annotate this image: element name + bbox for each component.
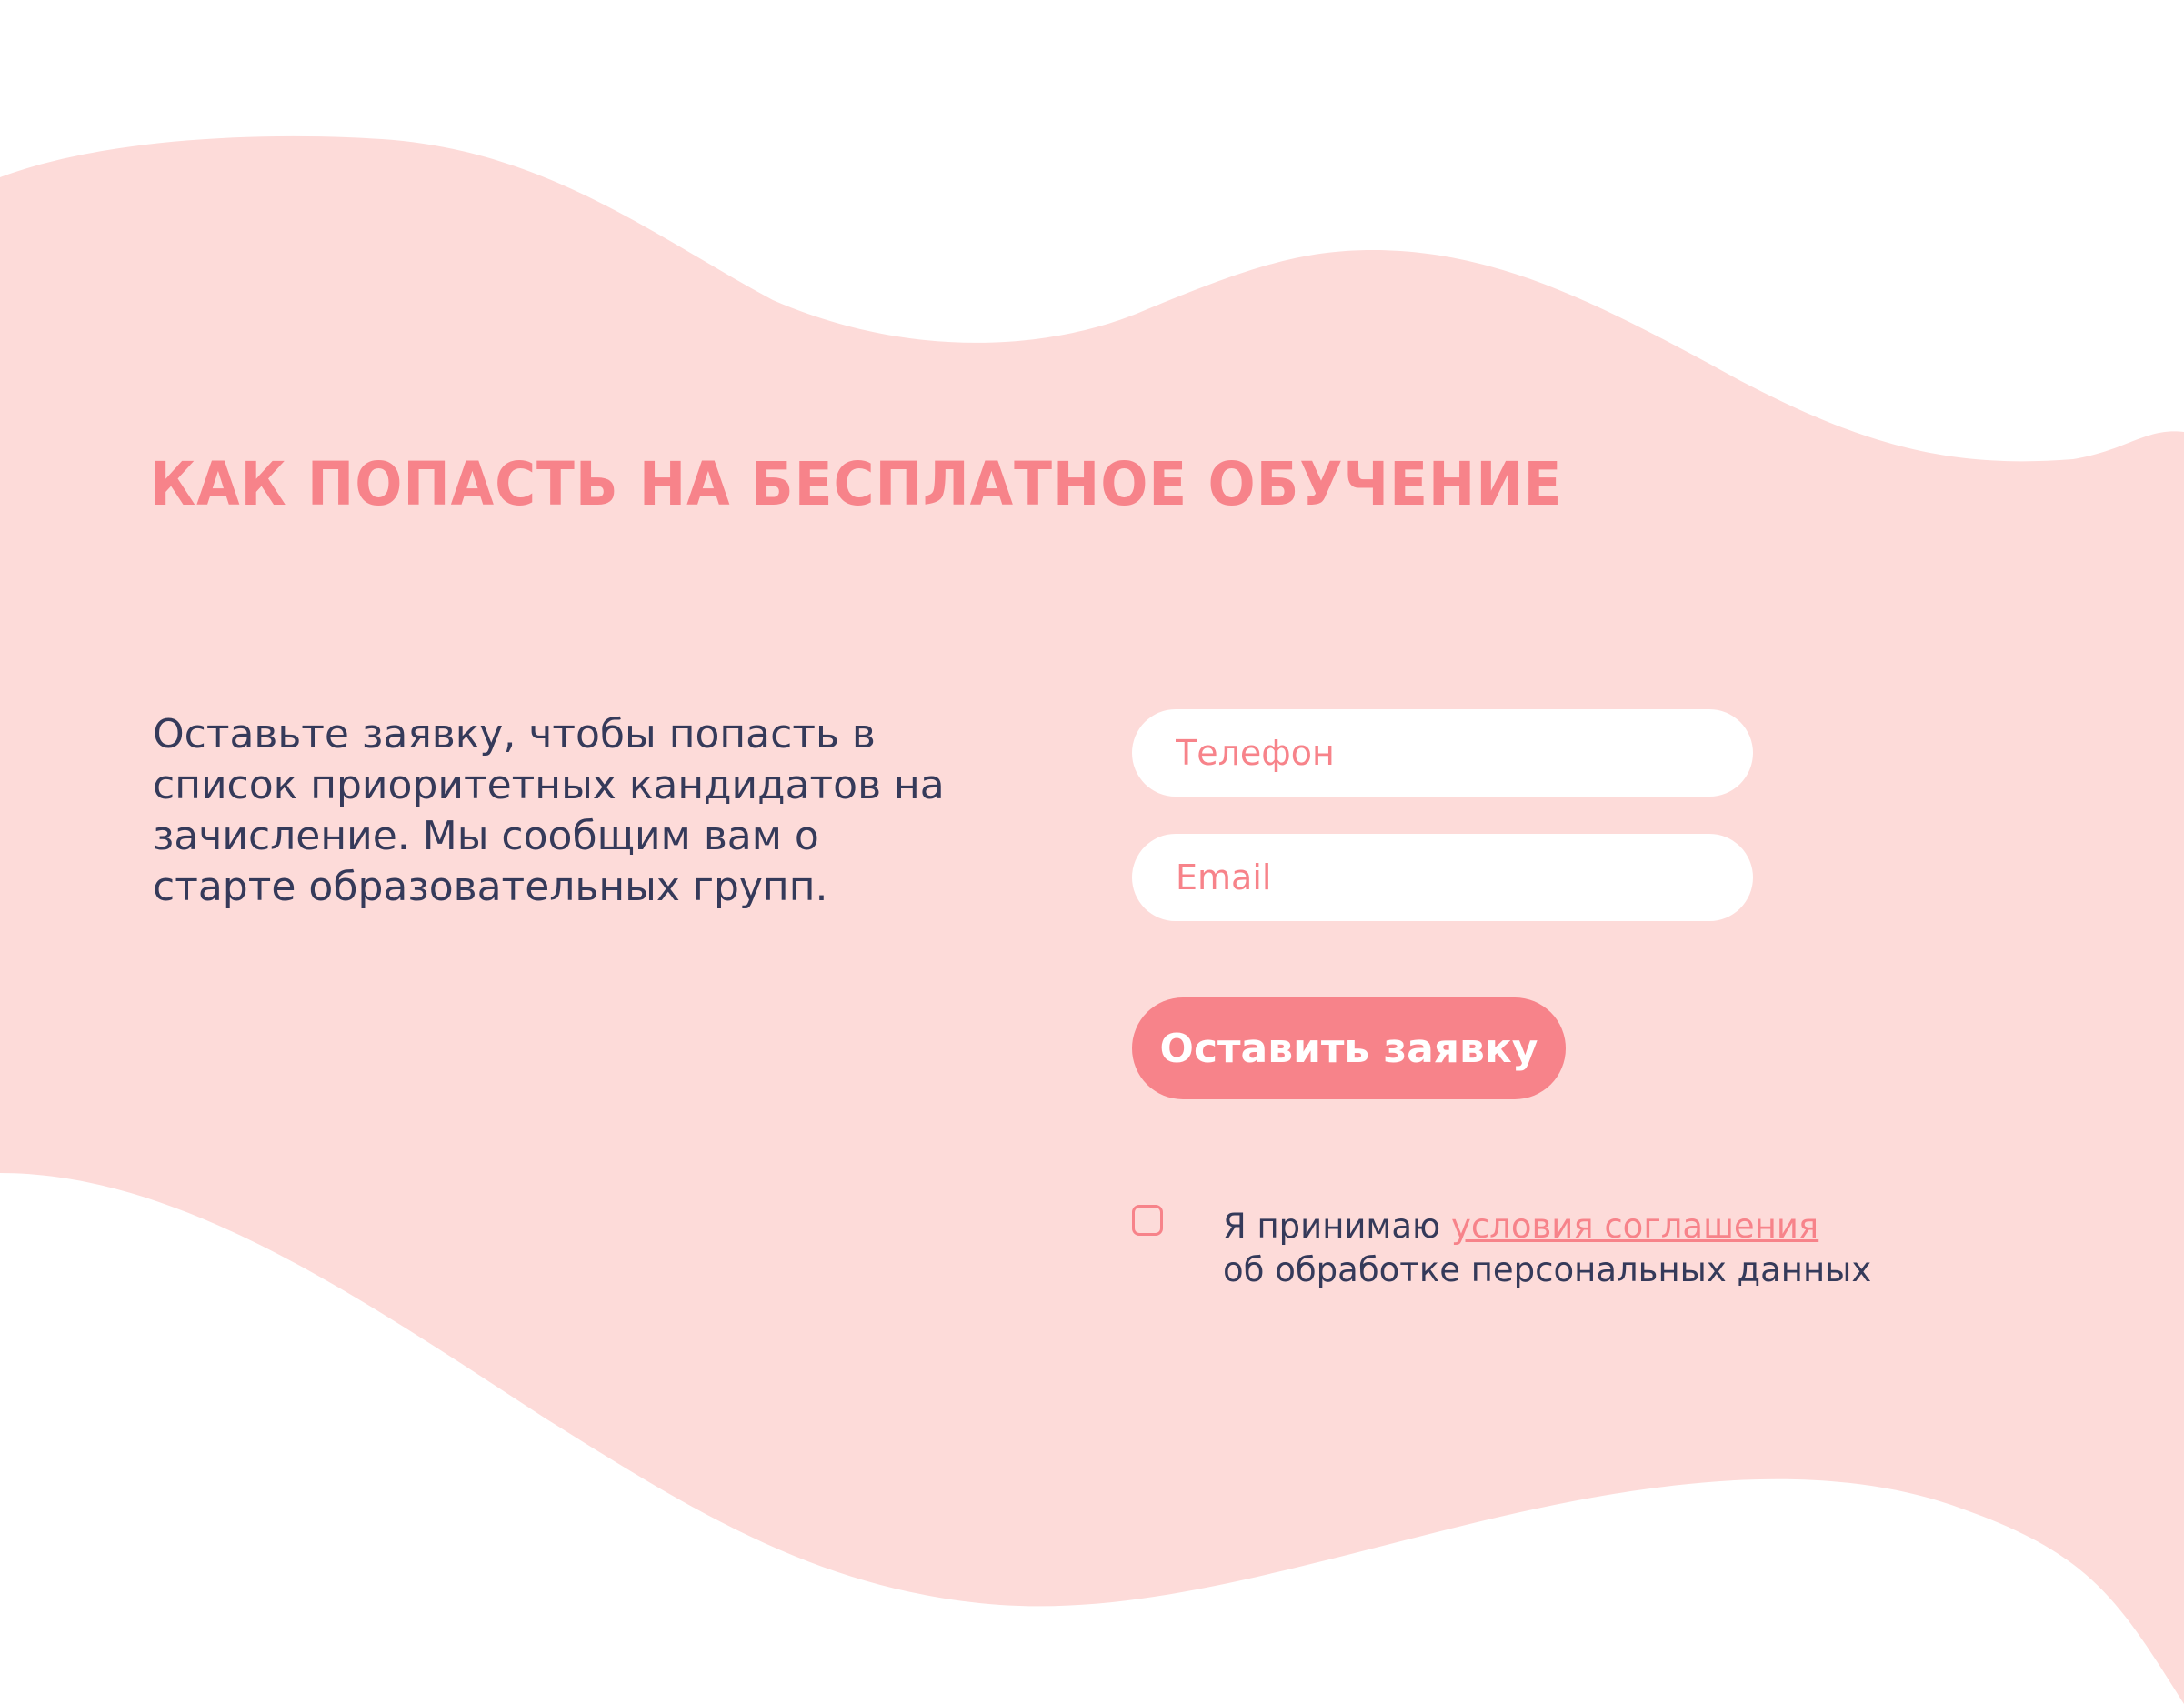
submit-application-button[interactable]: Оставить заявку	[1132, 997, 1566, 1099]
section-description: Оставьте заявку, чтобы попасть в список …	[153, 711, 945, 910]
consent-text: Я принимаю условия соглашения об обработк…	[1223, 1205, 1950, 1292]
wave-shape	[0, 135, 2184, 1704]
page-title: КАК ПОПАСТЬ НА БЕСПЛАТНОЕ ОБУЧЕНИЕ	[150, 449, 1563, 519]
page: КАК ПОПАСТЬ НА БЕСПЛАТНОЕ ОБУЧЕНИЕ Остав…	[0, 0, 2184, 1704]
consent-text-after: об обработке персональных данных	[1223, 1250, 1872, 1289]
email-input[interactable]	[1132, 834, 1753, 921]
agreement-terms-link[interactable]: условия соглашения	[1451, 1207, 1818, 1246]
consent-checkbox[interactable]	[1132, 1205, 1163, 1236]
consent-text-before: Я принимаю	[1223, 1207, 1451, 1246]
phone-input[interactable]	[1132, 709, 1753, 797]
